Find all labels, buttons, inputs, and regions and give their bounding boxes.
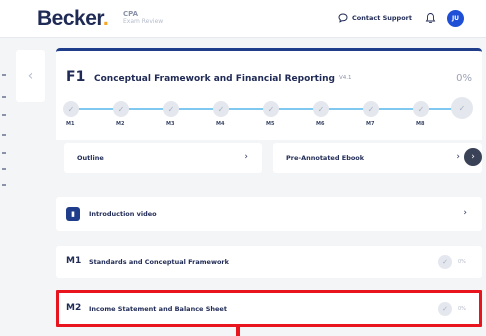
milestone-m3[interactable]: ✓ <box>163 101 179 117</box>
check-icon: ✓ <box>217 104 225 114</box>
top-bar: Becker. CPA Exam Review Contact Support … <box>0 0 486 38</box>
milestone-label: M7 <box>366 121 375 127</box>
chevron-right-icon: › <box>463 208 467 218</box>
bell-icon[interactable] <box>425 12 436 24</box>
rail-tick <box>2 114 6 116</box>
back-button[interactable]: ‹ <box>16 50 45 102</box>
pre-annotated-ebook-button[interactable]: Pre-Annotated Ebook › <box>273 143 482 173</box>
check-icon: ✓ <box>417 104 425 114</box>
milestone-m5[interactable]: ✓ <box>263 101 279 117</box>
chevron-right-icon: › <box>471 152 475 162</box>
section-code: F1 <box>66 69 86 85</box>
module-code: M1 <box>66 256 82 266</box>
left-rail <box>0 38 12 336</box>
outline-button[interactable]: Outline › <box>64 143 262 173</box>
check-icon: ✓ <box>167 104 175 114</box>
check-icon: ✓ <box>367 104 375 114</box>
milestone-label: M5 <box>266 121 275 127</box>
section-title: Conceptual Framework and Financial Repor… <box>94 74 335 84</box>
module-row-m1[interactable]: M1 Standards and Conceptual Framework ✓ … <box>56 246 482 278</box>
milestone-label: M8 <box>416 121 425 127</box>
section-card: F1 Conceptual Framework and Financial Re… <box>56 48 482 140</box>
chat-bubble-icon <box>338 13 348 23</box>
check-icon: ✓ <box>438 255 452 269</box>
milestone-label: M1 <box>66 121 75 127</box>
check-icon: ✓ <box>267 104 275 114</box>
milestone-m4[interactable]: ✓ <box>213 101 229 117</box>
subbrand-line2: Exam Review <box>123 18 164 25</box>
contact-support-label: Contact Support <box>352 14 412 22</box>
highlight-pointer <box>236 326 240 336</box>
milestone-m1[interactable]: ✓ <box>63 101 79 117</box>
rail-tick <box>2 134 6 136</box>
milestone-label: M3 <box>166 121 175 127</box>
ebook-label: Pre-Annotated Ebook <box>286 154 365 162</box>
milestone-m2[interactable]: ✓ <box>113 101 129 117</box>
milestone-m7[interactable]: ✓ <box>363 101 379 117</box>
contact-support-button[interactable]: Contact Support <box>338 13 412 23</box>
milestone-label: M4 <box>216 121 225 127</box>
milestone-m6[interactable]: ✓ <box>313 101 329 117</box>
introduction-video-label: Introduction video <box>89 210 157 218</box>
check-icon: ✓ <box>67 104 75 114</box>
milestone-label: M6 <box>316 121 325 127</box>
chevron-right-icon: › <box>456 152 460 162</box>
rail-tick <box>2 168 6 170</box>
section-percent: 0% <box>456 73 472 84</box>
module-title: Standards and Conceptual Framework <box>89 258 229 266</box>
subbrand-line1: CPA <box>123 10 139 18</box>
video-icon: ▮ <box>66 207 80 221</box>
check-icon: ✓ <box>117 104 125 114</box>
milestone-m8[interactable]: ✓ <box>413 101 429 117</box>
milestone-final[interactable]: ✓ <box>451 97 473 119</box>
user-avatar[interactable]: JU <box>447 10 464 27</box>
rail-tick <box>2 184 6 186</box>
rail-tick <box>2 96 6 98</box>
milestone-label: M2 <box>116 121 125 127</box>
product-subbrand: CPA Exam Review <box>123 10 163 26</box>
rail-tick <box>2 74 6 76</box>
introduction-video-row[interactable]: ▮ Introduction video › <box>56 197 482 231</box>
outline-label: Outline <box>77 154 104 162</box>
section-version: V4.1 <box>339 75 352 81</box>
check-icon: ✓ <box>458 103 466 113</box>
check-icon: ✓ <box>317 104 325 114</box>
becker-logo[interactable]: Becker. <box>37 7 109 31</box>
chevron-left-icon: ‹ <box>27 68 34 84</box>
chevron-right-icon: › <box>244 152 248 162</box>
highlight-box <box>56 290 482 327</box>
rail-tick <box>2 152 6 154</box>
next-arrow-button[interactable]: › <box>464 148 482 166</box>
module-percent: 0% <box>458 259 466 265</box>
